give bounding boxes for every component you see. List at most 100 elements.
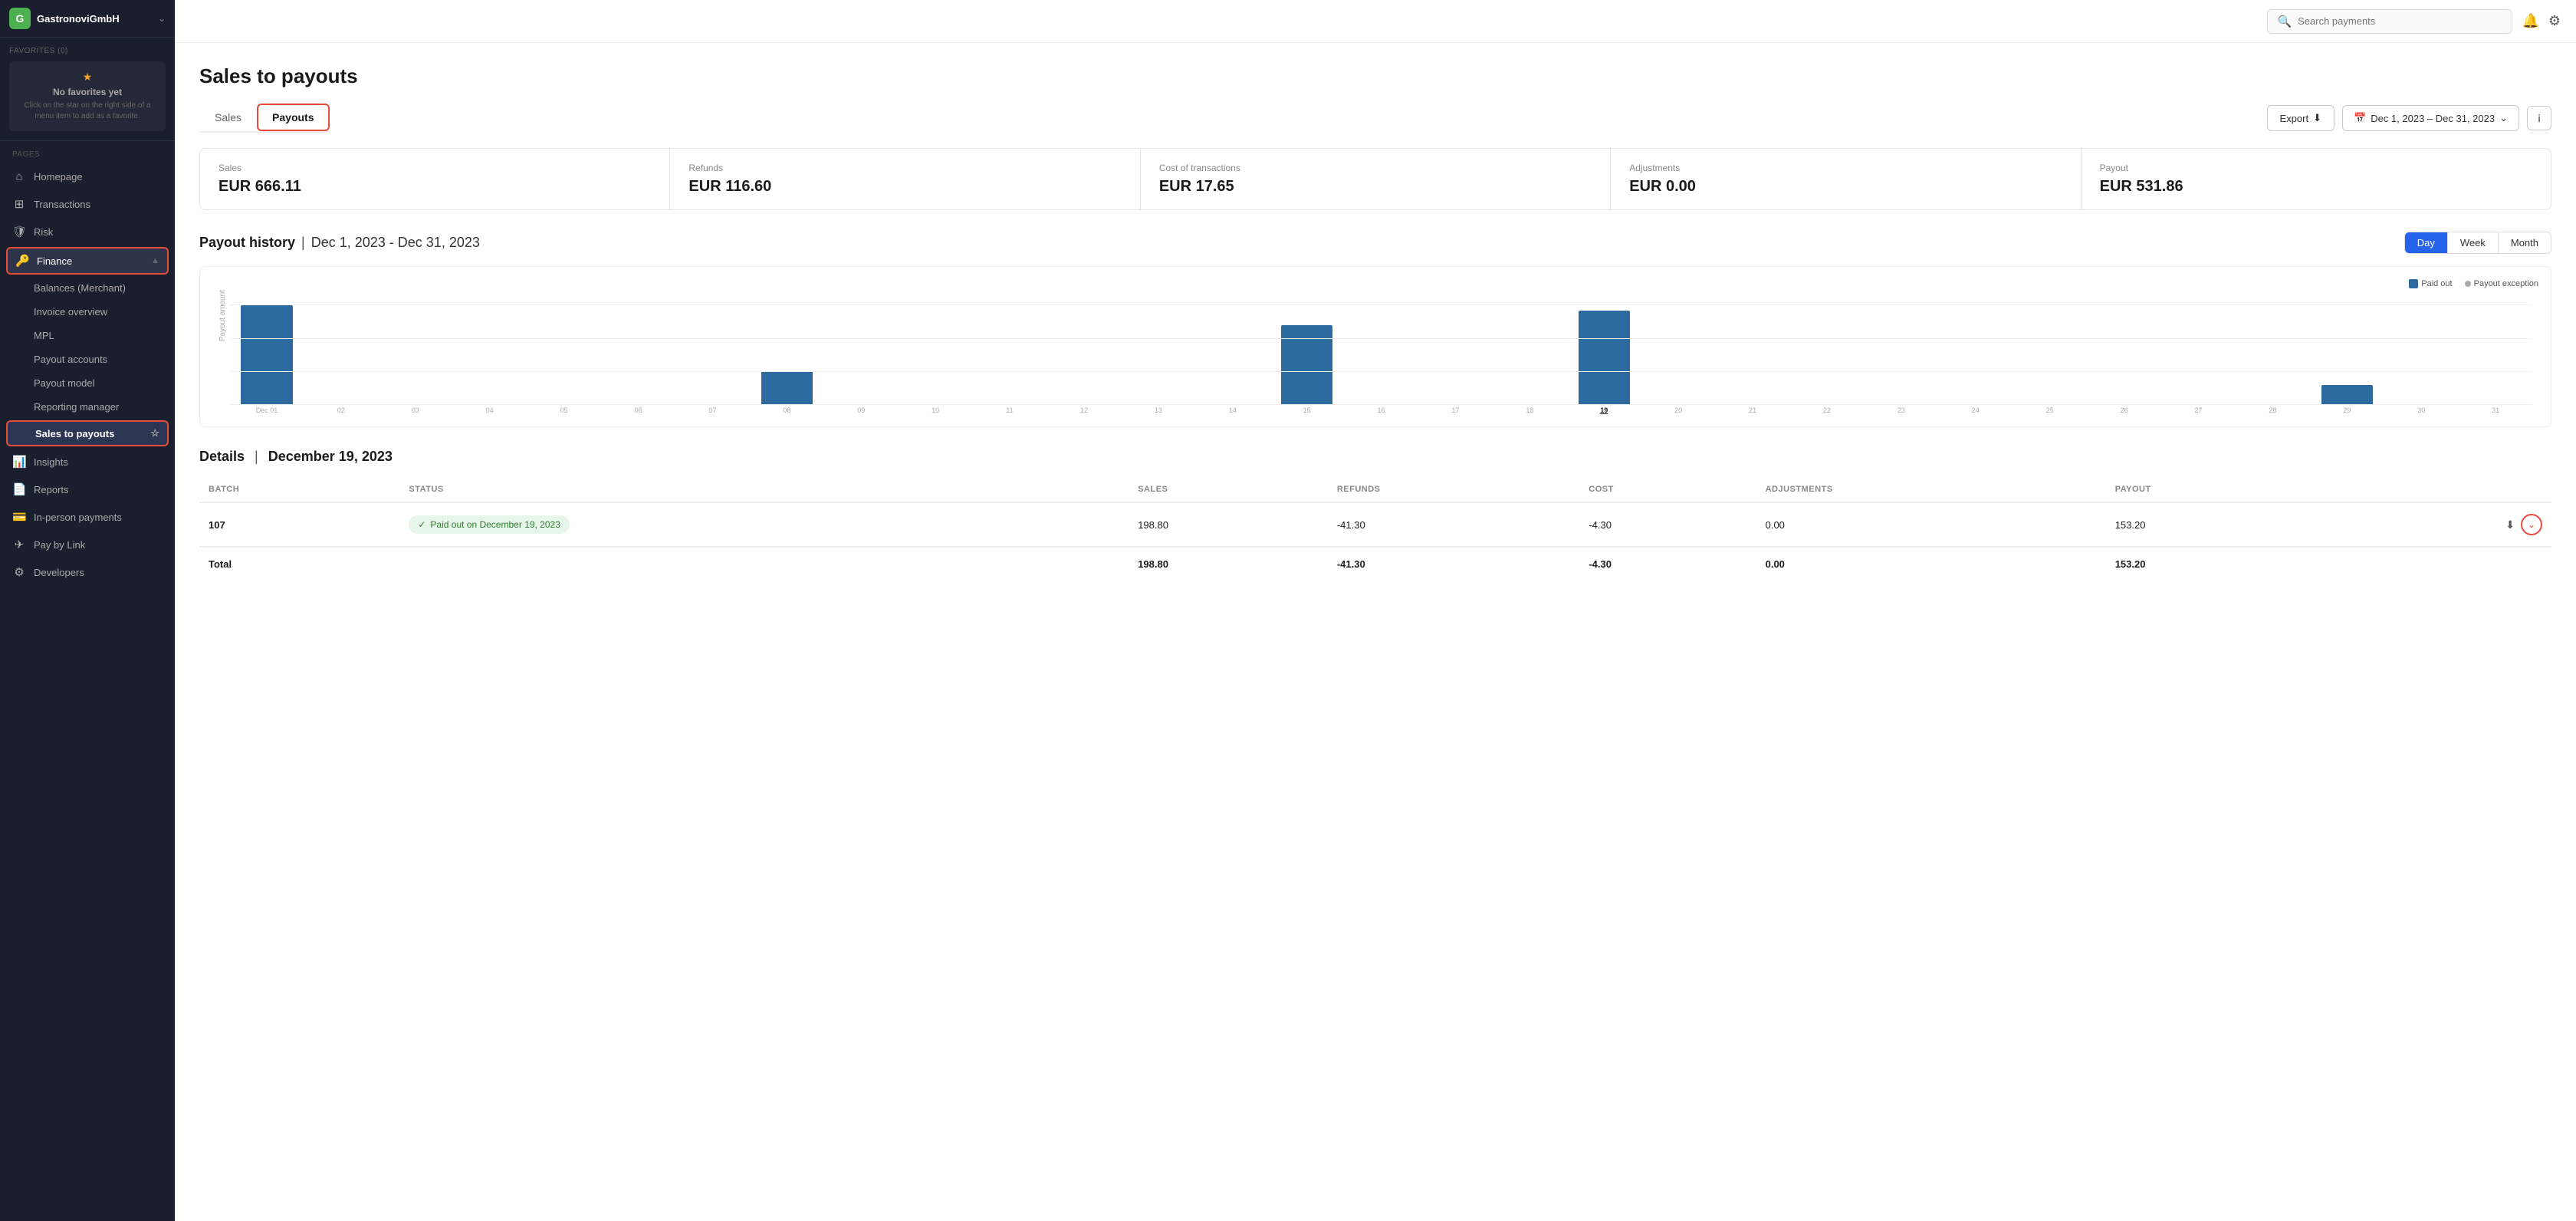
bar-col[interactable] xyxy=(1790,282,1864,405)
bar-col[interactable] xyxy=(1047,282,1121,405)
info-button[interactable]: i xyxy=(2527,106,2551,130)
cell-actions: ⬇ ⌄ xyxy=(2328,502,2551,547)
bar-col[interactable] xyxy=(2310,282,2384,405)
sidebar-item-in-person-payments[interactable]: 💳 In-person payments xyxy=(0,503,175,531)
bar-col[interactable] xyxy=(1641,282,1715,405)
expand-row-button[interactable]: ⌄ xyxy=(2521,514,2542,535)
view-btn-day[interactable]: Day xyxy=(2405,232,2448,253)
no-favorites-text: No favorites yet xyxy=(18,87,156,97)
total-sales: 198.80 xyxy=(1129,547,1328,581)
tab-payouts[interactable]: Payouts xyxy=(257,104,329,131)
bar-col[interactable] xyxy=(2236,282,2309,405)
bar-col[interactable] xyxy=(2162,282,2236,405)
total-label: Total xyxy=(199,547,399,581)
x-axis-label: 19 xyxy=(1567,406,1641,414)
col-payout: PAYOUT xyxy=(2106,477,2328,502)
bar-col[interactable] xyxy=(2459,282,2532,405)
search-container[interactable]: 🔍 xyxy=(2267,9,2512,34)
page-title: Sales to payouts xyxy=(199,64,2551,88)
sidebar-item-pay-by-link[interactable]: ✈ Pay by Link xyxy=(0,531,175,558)
download-icon[interactable]: ⬇ xyxy=(2505,518,2515,532)
payout-history-title-text: Payout history xyxy=(199,235,295,251)
bar-col[interactable] xyxy=(2013,282,2087,405)
bar-col[interactable] xyxy=(1567,282,1641,405)
bar-col[interactable] xyxy=(2384,282,2458,405)
sidebar-item-homepage[interactable]: ⌂ Homepage xyxy=(0,163,175,190)
total-status xyxy=(399,547,1129,581)
check-icon: ✓ xyxy=(418,519,426,530)
sidebar-item-reports[interactable]: 📄 Reports xyxy=(0,476,175,503)
bar-col[interactable] xyxy=(1122,282,1195,405)
bar-col[interactable] xyxy=(602,282,675,405)
view-btn-week[interactable]: Week xyxy=(2448,232,2499,253)
details-section: Details | December 19, 2023 BATCH STATUS… xyxy=(199,449,2551,581)
sidebar-item-developers[interactable]: ⚙ Developers xyxy=(0,558,175,586)
reports-icon: 📄 xyxy=(12,482,26,496)
favorite-star-icon[interactable]: ☆ xyxy=(150,427,159,439)
sidebar-item-reporting-manager[interactable]: Reporting manager xyxy=(0,395,175,419)
notifications-icon[interactable]: 🔔 xyxy=(2522,13,2538,29)
x-axis-label: 24 xyxy=(1939,406,2013,414)
bar-col[interactable] xyxy=(527,282,601,405)
date-range-text: Dec 1, 2023 – Dec 31, 2023 xyxy=(2371,113,2495,124)
summary-label: Sales xyxy=(219,163,651,173)
bar-col[interactable] xyxy=(1939,282,2013,405)
summary-value: EUR 666.11 xyxy=(219,178,651,196)
cell-refunds: -41.30 xyxy=(1328,502,1579,547)
date-range-picker[interactable]: 📅 Dec 1, 2023 – Dec 31, 2023 ⌄ xyxy=(2342,105,2519,131)
bar-col[interactable] xyxy=(304,282,378,405)
sidebar-item-sales-to-payouts[interactable]: Sales to payouts ☆ xyxy=(6,420,169,446)
summary-label: Refunds xyxy=(688,163,1121,173)
bar-col[interactable] xyxy=(1419,282,1493,405)
bar-col[interactable] xyxy=(824,282,898,405)
export-button[interactable]: Export ⬇ xyxy=(2267,105,2334,131)
bar-col[interactable] xyxy=(1716,282,1789,405)
cell-batch: 107 xyxy=(199,502,399,547)
sidebar-item-payout-accounts[interactable]: Payout accounts xyxy=(0,347,175,371)
sidebar-item-transactions[interactable]: ⊞ Transactions xyxy=(0,190,175,218)
bar-col[interactable] xyxy=(2088,282,2161,405)
x-axis-label: 17 xyxy=(1419,406,1493,414)
bar-col[interactable] xyxy=(1270,282,1344,405)
sidebar-item-risk[interactable]: 🛡 Risk xyxy=(0,218,175,245)
finance-icon: 🔑 xyxy=(15,254,29,268)
sidebar-item-payout-model[interactable]: Payout model xyxy=(0,371,175,395)
x-axis-label: 02 xyxy=(304,406,378,414)
x-axis-label: 06 xyxy=(602,406,675,414)
bar-col[interactable] xyxy=(453,282,527,405)
search-input[interactable] xyxy=(2298,15,2502,27)
bar-col[interactable] xyxy=(899,282,972,405)
sidebar-item-finance[interactable]: 🔑 Finance ▲ xyxy=(6,247,169,275)
bar-col[interactable] xyxy=(750,282,823,405)
favorites-hint: Click on the star on the right side of a… xyxy=(18,100,156,122)
bar-col[interactable] xyxy=(1196,282,1270,405)
sidebar-item-invoice-overview[interactable]: Invoice overview xyxy=(0,300,175,324)
sidebar-item-balances[interactable]: Balances (Merchant) xyxy=(0,276,175,300)
bar-col[interactable] xyxy=(1865,282,1938,405)
x-axis-label: 27 xyxy=(2162,406,2236,414)
bar-col[interactable] xyxy=(1345,282,1418,405)
bar-col[interactable] xyxy=(973,282,1046,405)
sidebar-item-label: Developers xyxy=(34,567,163,578)
bar-col[interactable] xyxy=(1493,282,1566,405)
bar xyxy=(2321,385,2373,405)
user-settings-icon[interactable]: ⚙ xyxy=(2548,13,2561,29)
tab-list: Sales Payouts xyxy=(199,104,330,133)
cell-sales: 198.80 xyxy=(1129,502,1328,547)
tab-sales[interactable]: Sales xyxy=(199,104,257,133)
sidebar-item-insights[interactable]: 📊 Insights xyxy=(0,448,175,476)
sidebar-item-label: Insights xyxy=(34,456,163,468)
bar-col[interactable] xyxy=(675,282,749,405)
view-btn-month[interactable]: Month xyxy=(2499,232,2551,253)
sidebar-header[interactable]: G GastronoviGmbH ⌄ xyxy=(0,0,175,38)
favorites-box: ★ No favorites yet Click on the star on … xyxy=(9,61,166,131)
summary-card-sales: Sales EUR 666.11 xyxy=(200,149,670,209)
search-icon: 🔍 xyxy=(2277,15,2292,28)
table-head: BATCH STATUS SALES REFUNDS COST ADJUSTME… xyxy=(199,477,2551,502)
bar-col[interactable] xyxy=(230,282,304,405)
bar-col[interactable] xyxy=(379,282,452,405)
sidebar-item-mpl[interactable]: MPL xyxy=(0,324,175,347)
sidebar-item-label: Reports xyxy=(34,484,163,495)
table-body: 107 ✓ Paid out on December 19, 2023 198.… xyxy=(199,502,2551,547)
table-row: 107 ✓ Paid out on December 19, 2023 198.… xyxy=(199,502,2551,547)
